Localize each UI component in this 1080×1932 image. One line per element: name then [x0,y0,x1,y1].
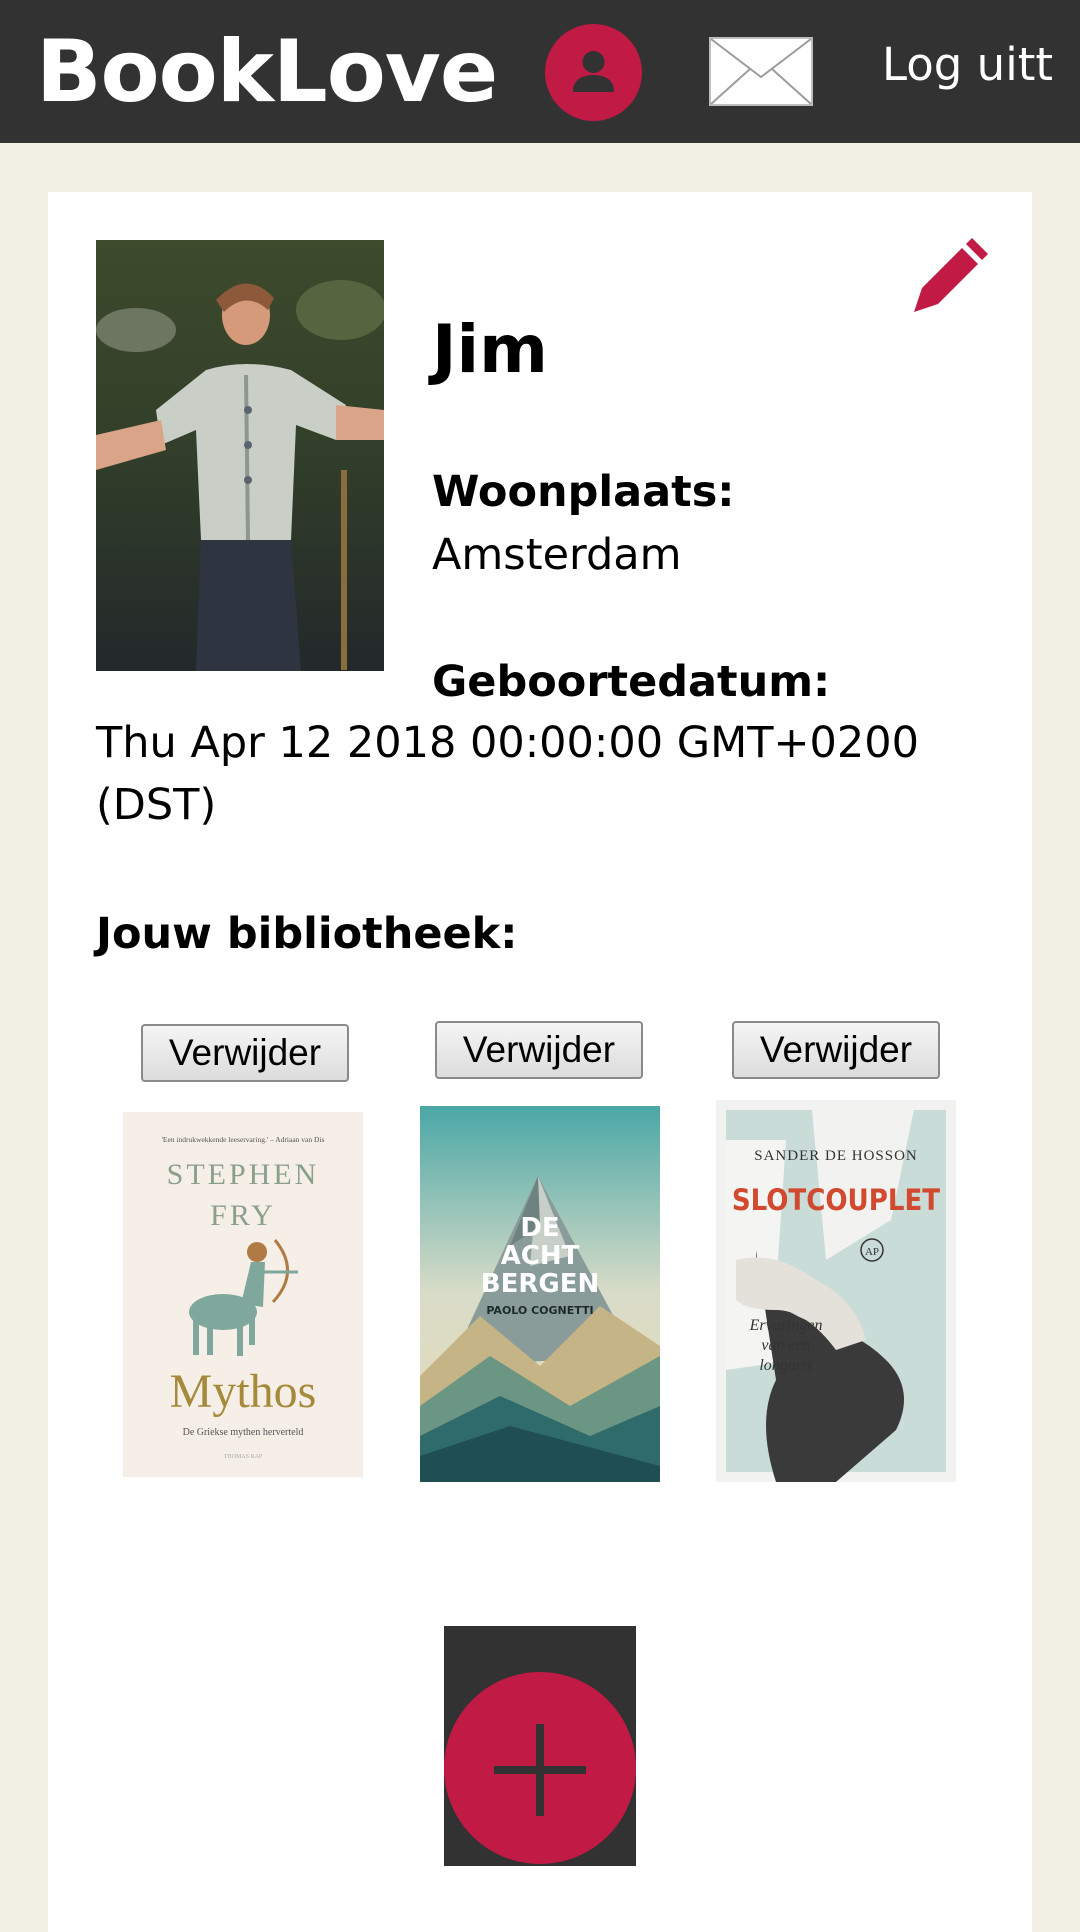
logout-link[interactable]: Log uitt [882,30,1053,100]
book-author-line: STEPHEN [167,1158,320,1191]
profile-card: Jim Woonplaats: Amsterdam Geboortedatum:… [48,192,1032,1932]
residence-label: Woonplaats: [432,467,735,517]
top-navigation-bar: BookLove Log uitt [0,0,1080,143]
birthdate-label: Geboortedatum: [432,657,831,707]
book-title-line: DE [520,1213,559,1243]
book-subtitle-line: van een [761,1337,810,1354]
book-title: SLOTCOUPLET [732,1183,940,1217]
envelope-icon [709,37,813,106]
plus-icon [494,1724,586,1816]
residence-value: Amsterdam [432,530,682,580]
brand-logo[interactable]: BookLove [36,14,498,130]
user-icon [573,51,614,92]
book-subtitle-line: Ervaringen [749,1317,823,1334]
book-title-line: ACHT [501,1241,580,1271]
remove-book-button[interactable]: Verwijder [435,1021,643,1079]
book-cover-mythos[interactable]: 'Een indrukwekkende leeservaring.' – Adr… [123,1112,363,1477]
library-title: Jouw bibliotheek: [96,909,518,959]
book-author: PAOLO COGNETTI [486,1304,593,1317]
book-author-line: FRY [210,1199,276,1232]
birthdate-value: Thu Apr 12 2018 00:00:00 GMT+0200 (DST) [96,718,919,830]
book-subtitle: De Griekse mythen herverteld [183,1427,304,1438]
remove-book-button[interactable]: Verwijder [141,1024,349,1082]
pencil-icon [914,238,988,312]
book-quote: 'Een indrukwekkende leeservaring.' – Adr… [162,1135,325,1144]
user-name: Jim [432,311,548,388]
book-publisher: AP [865,1246,879,1258]
add-book-area [444,1626,636,1866]
book-title-line: BERGEN [481,1269,599,1299]
book-publisher: THOMAS RAP [224,1454,263,1460]
add-book-button[interactable] [444,1672,636,1864]
messages-button[interactable] [708,36,814,107]
profile-photo [96,240,384,671]
book-subtitle-line: longarts [759,1357,812,1374]
book-cover-slotcouplet[interactable]: SANDER DE HOSSON SLOTCOUPLET AP Ervaring… [716,1100,956,1482]
book-author: SANDER DE HOSSON [754,1148,918,1164]
profile-button[interactable] [545,24,642,121]
book-cover-de-acht-bergen[interactable]: DE ACHT BERGEN PAOLO COGNETTI [420,1106,660,1482]
book-title: Mythos [170,1365,317,1418]
edit-profile-button[interactable] [910,238,988,316]
remove-book-button[interactable]: Verwijder [732,1021,940,1079]
